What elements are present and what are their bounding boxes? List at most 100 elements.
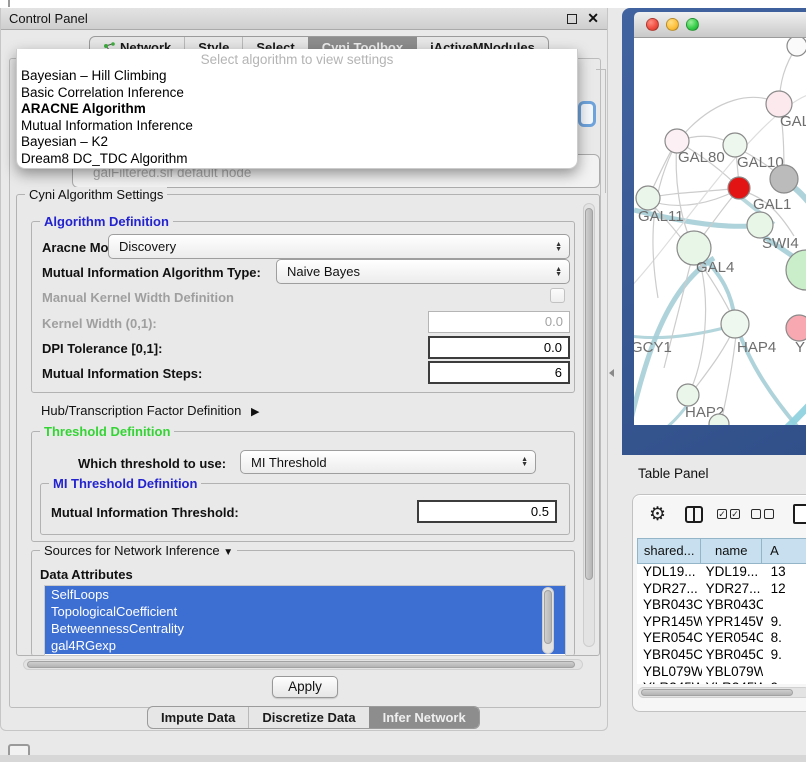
settings-horizontal-scrollbar[interactable]: [23, 659, 583, 670]
top-tick: [8, 0, 10, 7]
zoom-traffic-light-icon[interactable]: [686, 18, 699, 31]
cyni-algorithm-settings-title: Cyni Algorithm Settings: [25, 187, 167, 202]
column-header-shared[interactable]: shared...: [637, 538, 701, 564]
hub-definition-expander[interactable]: Hub/Transcription Factor Definition ▶: [41, 403, 259, 418]
sources-title-text: Sources for Network Inference: [44, 543, 220, 558]
control-panel-titlebar[interactable]: Control Panel ✕: [1, 8, 607, 30]
collapse-arrow-icon[interactable]: ▼: [223, 547, 233, 558]
column-header-partial[interactable]: A: [762, 538, 806, 564]
tab-impute-data-label: Impute Data: [161, 710, 235, 725]
minimize-traffic-light-icon[interactable]: [666, 18, 679, 31]
bottom-strip: [0, 755, 806, 762]
settings-vertical-scrollbar[interactable]: [583, 203, 595, 647]
network-node[interactable]: [770, 165, 798, 193]
tab-impute-data[interactable]: Impute Data: [148, 707, 248, 728]
table-cell: [763, 597, 806, 614]
network-canvas[interactable]: GALGAL80GAL10GAL1GAL11SWI4GAL4GCY1HAP4YH…: [634, 38, 806, 425]
tab-infer-network-label: Infer Network: [383, 710, 466, 725]
table-row[interactable]: YER054CYER054C8.: [637, 630, 806, 647]
algorithm-option[interactable]: Mutual Information Inference: [17, 118, 577, 135]
node-table: shared... name A YDL19...YDL19...13YDR27…: [637, 538, 806, 684]
settings-vertical-scrollbar-thumb[interactable]: [585, 208, 593, 580]
table-horizontal-scrollbar[interactable]: [638, 687, 806, 698]
mi-steps-label: Mutual Information Steps:: [42, 366, 202, 381]
table-cell: [763, 664, 806, 681]
dpi-tolerance-label: DPI Tolerance [0,1]:: [42, 341, 162, 356]
table-horizontal-scrollbar-thumb[interactable]: [641, 689, 793, 696]
table-row[interactable]: YLR345WYLR345W9.: [637, 680, 806, 684]
node-label: GAL4: [696, 259, 734, 276]
which-threshold-combo[interactable]: MI Threshold ▲▼: [240, 450, 536, 474]
network-node[interactable]: [636, 186, 660, 210]
float-window-icon[interactable]: [567, 14, 577, 24]
tab-infer-network[interactable]: Infer Network: [369, 707, 479, 728]
table-cell: YER054C: [637, 630, 702, 647]
gear-icon[interactable]: ⚙: [649, 503, 666, 526]
data-attributes-list[interactable]: SelfLoopsTopologicalCoefficientBetweenne…: [44, 585, 566, 656]
attributes-scrollbar-thumb[interactable]: [544, 590, 552, 644]
apply-button[interactable]: Apply: [272, 676, 338, 698]
hub-definition-label: Hub/Transcription Factor Definition: [41, 403, 241, 418]
table-row[interactable]: YBL079WYBL079W: [637, 664, 806, 681]
node-label: GAL1: [753, 196, 791, 213]
deselect-all-icon[interactable]: [751, 509, 774, 519]
algorithm-option[interactable]: Bayesian – K2: [17, 134, 577, 151]
close-icon[interactable]: ✕: [587, 10, 599, 27]
aracne-mode-combo[interactable]: Discovery ▲▼: [108, 234, 570, 259]
network-node[interactable]: [786, 315, 806, 341]
network-node[interactable]: [677, 384, 699, 406]
mi-type-combo[interactable]: Naive Bayes ▲▼: [276, 259, 570, 284]
manual-kernel-label: Manual Kernel Width Definition: [42, 290, 234, 305]
table-cell: 9.: [763, 680, 806, 684]
table-cell: YBL079W: [637, 664, 702, 681]
manual-kernel-checkbox[interactable]: [550, 288, 565, 303]
network-node[interactable]: [721, 310, 749, 338]
app-root: Control Panel ✕ Network Style Select Cyn…: [0, 0, 806, 762]
table-header-row: shared... name A: [637, 538, 806, 564]
table-panel: ⚙ ✓ ✓ shared... name A YDL19...YDL19...1…: [632, 494, 806, 712]
which-threshold-value: MI Threshold: [251, 455, 327, 470]
data-attributes-label: Data Attributes: [40, 567, 133, 582]
close-traffic-light-icon[interactable]: [646, 18, 659, 31]
table-cell: YDL19...: [702, 564, 763, 581]
data-attribute-item[interactable]: SelfLoops: [45, 586, 565, 603]
data-attribute-item[interactable]: TopologicalCoefficient: [45, 603, 565, 620]
data-attribute-item[interactable]: gal4RGexp: [45, 637, 565, 654]
tab-discretize-data[interactable]: Discretize Data: [248, 707, 368, 728]
attributes-scrollbar[interactable]: [542, 587, 554, 654]
algorithm-definition-group: Algorithm Definition Aracne Mode: Discov…: [31, 221, 575, 393]
network-node[interactable]: [787, 38, 806, 56]
table-cell: YPR145W: [702, 614, 763, 631]
network-window-titlebar[interactable]: [634, 12, 806, 38]
table-row[interactable]: YBR043CYBR043C: [637, 597, 806, 614]
panel-collapse-arrow[interactable]: [609, 369, 614, 377]
column-header-name[interactable]: name: [701, 538, 762, 564]
node-label: Y: [795, 339, 805, 356]
mi-type-value: Naive Bayes: [287, 264, 360, 279]
network-graph: GALGAL80GAL10GAL1GAL11SWI4GAL4GCY1HAP4YH…: [634, 38, 806, 425]
table-cell: YBL079W: [702, 664, 763, 681]
table-row[interactable]: YDL19...YDL19...13: [637, 564, 806, 581]
algorithm-option[interactable]: Bayesian – Hill Climbing: [17, 68, 577, 85]
mi-steps-field[interactable]: 6: [428, 361, 570, 384]
table-row[interactable]: YBR045CYBR045C9.: [637, 647, 806, 664]
node-label: HAP4: [737, 339, 776, 356]
data-attribute-item[interactable]: BetweennessCentrality: [45, 620, 565, 637]
network-node[interactable]: [728, 177, 750, 199]
stepper-icon: ▲▼: [521, 457, 528, 467]
new-table-icon[interactable]: [793, 504, 806, 524]
algorithm-option[interactable]: Dream8 DC_TDC Algorithm: [17, 151, 577, 168]
kernel-width-field[interactable]: 0.0: [428, 311, 570, 333]
settings-horizontal-scrollbar-thumb[interactable]: [27, 661, 575, 668]
mi-threshold-field[interactable]: 0.5: [417, 500, 557, 523]
table-row[interactable]: YPR145WYPR145W9.: [637, 614, 806, 631]
algorithm-option[interactable]: ARACNE Algorithm: [17, 101, 577, 118]
select-all-icon[interactable]: ✓ ✓: [717, 509, 740, 519]
table-cell: YPR145W: [637, 614, 702, 631]
dpi-tolerance-field[interactable]: 0.0: [428, 336, 570, 359]
algorithm-option[interactable]: Basic Correlation Inference: [17, 85, 577, 102]
mi-threshold-group: MI Threshold Definition Mutual Informati…: [40, 483, 570, 535]
columns-icon[interactable]: [685, 506, 703, 523]
table-row[interactable]: YDR27...YDR27...12: [637, 581, 806, 598]
top-strip: [0, 0, 806, 8]
